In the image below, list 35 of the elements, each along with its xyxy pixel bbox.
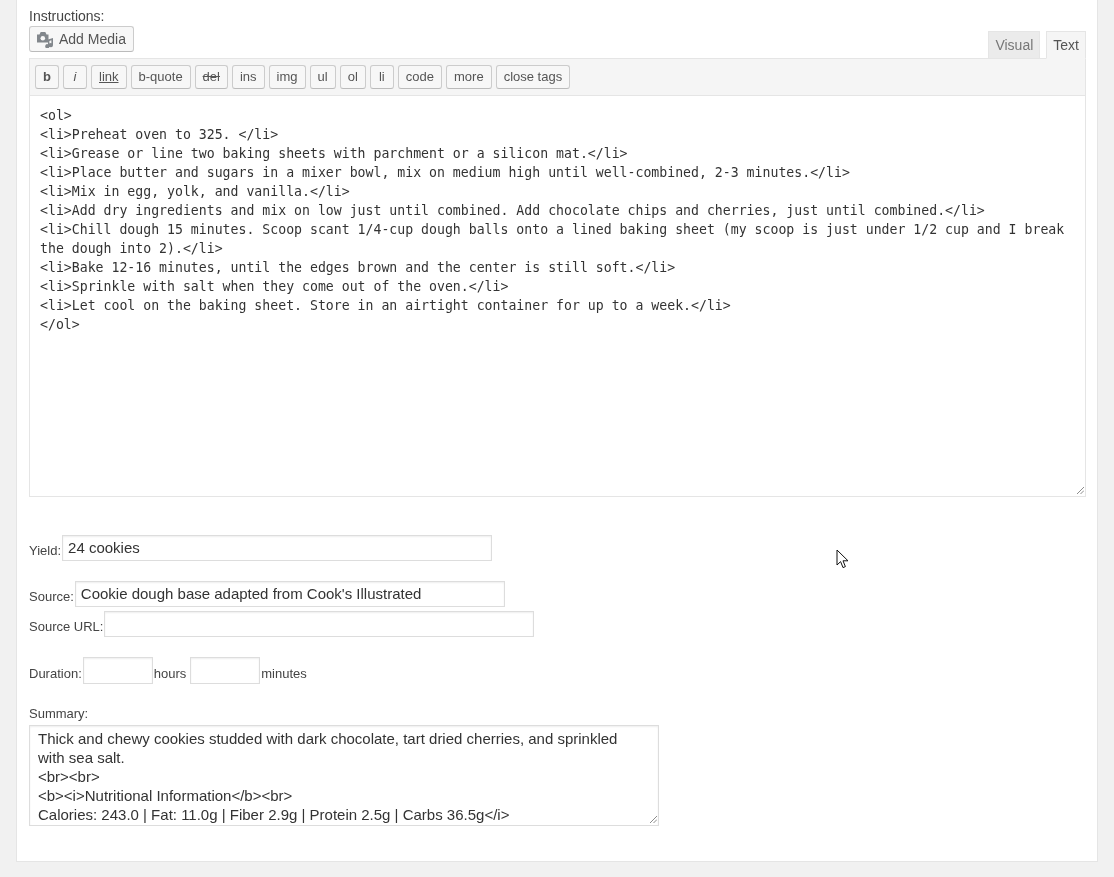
toolbar-button[interactable]: li xyxy=(369,65,394,89)
toolbar-button[interactable]: more xyxy=(446,65,492,89)
source-url-field[interactable] xyxy=(104,611,535,637)
duration-field[interactable] xyxy=(82,657,153,684)
toolbar-button[interactable]: ol xyxy=(339,65,366,89)
instructions-text-area[interactable]: <ol> <li>Preheat oven to 325. </li> <li>Grease or line two baking sheets with parchment or a silicon mat.</li> <li>Place butter and sugars in a mixer bowl, mix on medium high until well-combined, 2-3 minutes.</li> <li>Mix in egg, yolk, and vanilla.</li> <li>Add dry ingredients and mix on low just until combined. Add chocolate chips and cherries, just until combined.</li> <li>Chill dough 15 minutes. Scoop scant 1/4-cup dough balls onto a lined baking sheet (my scoop is just under 1/2 cup and I break the dough into 2).</li> <li>Bake 12-16 minutes, until the edges brown and the center is still soft.</li> <li>Sprinkle with salt when they come out of the oven.</li> <li>Let cool on the baking sheet. Store in an airtight container for up to a week.</li> </ol> xyxy=(29,95,1086,497)
media-icon xyxy=(36,30,54,48)
add-media-button[interactable]: Add Media xyxy=(29,26,134,52)
toolbar-button[interactable]: close tags xyxy=(495,65,571,89)
resize-grip-icon[interactable] xyxy=(650,816,657,823)
duration-label: Duration: xyxy=(29,665,82,681)
toolbar-button[interactable]: del xyxy=(194,65,228,89)
toolbar-button[interactable]: link xyxy=(91,65,127,89)
toolbar-button[interactable]: code xyxy=(397,65,442,89)
toolbar-button[interactable]: b xyxy=(35,65,59,89)
resize-grip-icon[interactable] xyxy=(1077,487,1084,494)
toolbar-button[interactable]: b-quote xyxy=(130,65,191,89)
unit-label: hours xyxy=(153,665,187,681)
editor-tab[interactable]: Text xyxy=(1046,31,1086,59)
yield-field[interactable]: 24 cookies xyxy=(62,535,493,561)
duration-field[interactable] xyxy=(190,657,261,684)
editor-tab[interactable]: Visual xyxy=(988,31,1041,59)
summary-label: Summary: xyxy=(29,705,89,723)
toolbar-button[interactable]: i xyxy=(63,65,87,89)
toolbar-button[interactable]: ul xyxy=(309,65,336,89)
yield-label: Yield: xyxy=(29,543,62,558)
toolbar-button[interactable]: img xyxy=(268,65,306,89)
toolbar-button[interactable]: ins xyxy=(231,65,265,89)
unit-label: minutes xyxy=(261,665,307,681)
instructions-label: Instructions: xyxy=(29,7,105,25)
mouse-cursor-icon xyxy=(836,549,849,569)
source-field[interactable]: Cookie dough base adapted from Cook's Illustrated xyxy=(74,581,505,607)
source-url-label: Source URL: xyxy=(29,619,104,634)
summary-text-area[interactable]: Thick and chewy cookies studded with dark chocolate, tart dried cherries, and sprinkled with sea salt. <br><br> <b><i>Nutritional Information</b><br> Calories: 243.0 | Fat: 11.0g | Fiber 2.9g | Protein 2.5g | Carbs 36.5g</i> xyxy=(29,725,659,826)
source-label: Source: xyxy=(29,589,74,604)
